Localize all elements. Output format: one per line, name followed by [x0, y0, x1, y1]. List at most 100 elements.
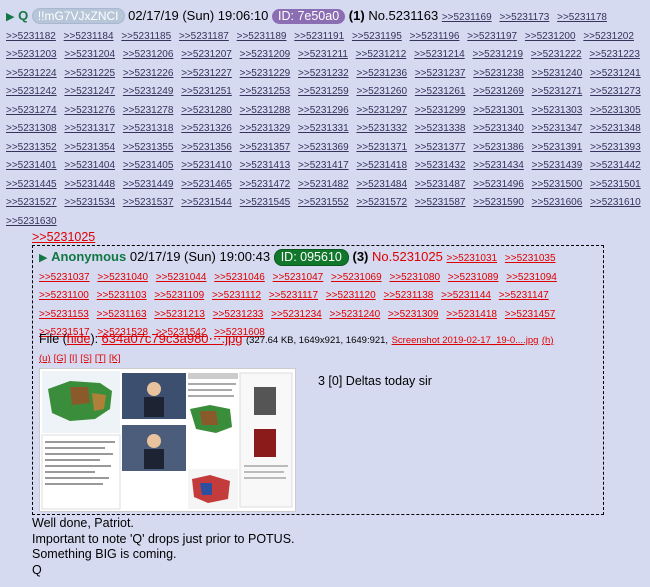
backlink[interactable]: >>5231195 [352, 31, 402, 42]
backlink[interactable]: >>5231348 [590, 123, 641, 134]
backlink[interactable]: >>5231610 [590, 197, 641, 208]
backlink[interactable]: >>5231371 [356, 142, 407, 153]
collapse-triangle-icon[interactable]: ▶ [39, 252, 47, 264]
quote-link[interactable]: >>5231025 [32, 230, 95, 244]
backlink[interactable]: >>5231410 [181, 160, 232, 171]
backlink[interactable]: >>5231413 [240, 160, 291, 171]
backlink[interactable]: >>5231418 [446, 309, 497, 320]
backlink[interactable]: >>5231112 [212, 290, 261, 301]
poster-id-badge[interactable]: ID: 7e50a0 [272, 9, 346, 24]
backlink[interactable]: >>5231227 [181, 68, 232, 79]
backlink[interactable]: >>5231046 [214, 272, 265, 283]
image-thumbnail[interactable] [39, 368, 296, 512]
backlink[interactable]: >>5231404 [64, 160, 115, 171]
backlink[interactable]: >>5231247 [64, 86, 115, 97]
image-tool-link[interactable]: [T] [95, 353, 106, 364]
backlink[interactable]: >>5231153 [39, 309, 89, 320]
backlink[interactable]: >>5231273 [590, 86, 641, 97]
backlink[interactable]: >>5231391 [532, 142, 583, 153]
backlink[interactable]: >>5231606 [532, 197, 583, 208]
backlink[interactable]: >>5231103 [97, 290, 147, 301]
backlink[interactable]: >>5231484 [356, 179, 407, 190]
backlink[interactable]: >>5231356 [181, 142, 232, 153]
backlink[interactable]: >>5231472 [240, 179, 291, 190]
backlink[interactable]: >>5231202 [583, 31, 634, 42]
backlink[interactable]: >>5231537 [123, 197, 174, 208]
backlink[interactable]: >>5231094 [506, 272, 557, 283]
backlink[interactable]: >>5231269 [473, 86, 524, 97]
backlink[interactable]: >>5231401 [6, 160, 57, 171]
backlink[interactable]: >>5231309 [388, 309, 439, 320]
backlink[interactable]: >>5231236 [356, 68, 407, 79]
backlink[interactable]: >>5231197 [467, 31, 517, 42]
original-filename-link[interactable]: Screenshot 2019-02-17_19-0....jpg [392, 335, 539, 346]
backlink[interactable]: >>5231226 [123, 68, 174, 79]
backlink[interactable]: >>5231182 [6, 31, 56, 42]
image-tool-link[interactable]: [G] [54, 353, 67, 364]
post-number[interactable]: No.5231163 [368, 8, 438, 23]
backlink[interactable]: >>5231288 [240, 105, 291, 116]
backlink[interactable]: >>5231147 [499, 290, 549, 301]
backlink[interactable]: >>5231232 [298, 68, 349, 79]
backlink[interactable]: >>5231299 [415, 105, 466, 116]
backlink[interactable]: >>5231405 [123, 160, 174, 171]
backlink[interactable]: >>5231225 [64, 68, 115, 79]
backlink[interactable]: >>5231449 [123, 179, 174, 190]
backlink[interactable]: >>5231296 [298, 105, 349, 116]
backlink[interactable]: >>5231242 [6, 86, 57, 97]
backlink[interactable]: >>5231120 [326, 290, 376, 301]
backlink[interactable]: >>5231386 [473, 142, 524, 153]
backlink[interactable]: >>5231173 [499, 12, 549, 23]
collapse-triangle-icon[interactable]: ▶ [6, 11, 14, 23]
backlink[interactable]: >>5231233 [213, 309, 264, 320]
backlink[interactable]: >>5231329 [240, 123, 291, 134]
backlink[interactable]: >>5231207 [181, 49, 232, 60]
backlink[interactable]: >>5231184 [64, 31, 114, 42]
backlink[interactable]: >>5231240 [532, 68, 583, 79]
backlink[interactable]: >>5231418 [356, 160, 407, 171]
backlink[interactable]: >>5231393 [590, 142, 641, 153]
poster-id-badge[interactable]: ID: 095610 [273, 249, 349, 266]
backlink[interactable]: >>5231080 [389, 272, 440, 283]
backlink[interactable]: >>5231369 [298, 142, 349, 153]
backlink[interactable]: >>5231552 [298, 197, 349, 208]
backlink[interactable]: >>5231276 [64, 105, 115, 116]
backlink[interactable]: >>5231163 [97, 309, 147, 320]
backlink[interactable]: >>5231338 [415, 123, 466, 134]
backlink[interactable]: >>5231308 [6, 123, 57, 134]
post-number[interactable]: No.5231025 [372, 249, 443, 264]
backlink[interactable]: >>5231069 [331, 272, 382, 283]
backlink[interactable]: >>5231274 [6, 105, 57, 116]
backlink[interactable]: >>5231260 [356, 86, 407, 97]
backlink[interactable]: >>5231261 [415, 86, 466, 97]
file-link[interactable]: 634a07c79c3a980⋯.jpg [102, 331, 243, 346]
backlink[interactable]: >>5231331 [298, 123, 349, 134]
image-tool-link[interactable]: [I] [69, 353, 77, 364]
backlink[interactable]: >>5231224 [6, 68, 57, 79]
backlink[interactable]: >>5231280 [181, 105, 232, 116]
backlink[interactable]: >>5231305 [590, 105, 641, 116]
backlink[interactable]: >>5231278 [123, 105, 174, 116]
backlink[interactable]: >>5231442 [590, 160, 641, 171]
image-tool-link[interactable]: [K] [109, 353, 121, 364]
backlink[interactable]: >>5231040 [97, 272, 148, 283]
backlink[interactable]: >>5231241 [590, 68, 641, 79]
backlink[interactable]: >>5231448 [64, 179, 115, 190]
backlink[interactable]: >>5231355 [123, 142, 174, 153]
backlink[interactable]: >>5231253 [240, 86, 291, 97]
backlink[interactable]: >>5231303 [532, 105, 583, 116]
backlink[interactable]: >>5231229 [240, 68, 291, 79]
backlink[interactable]: >>5231037 [39, 272, 90, 283]
backlink[interactable]: >>5231109 [154, 290, 204, 301]
file-h-link[interactable]: (h) [542, 335, 554, 346]
backlink[interactable]: >>5231432 [415, 160, 466, 171]
backlink[interactable]: >>5231144 [441, 290, 491, 301]
backlink[interactable]: >>5231340 [473, 123, 524, 134]
backlink[interactable]: >>5231434 [473, 160, 524, 171]
backlink[interactable]: >>5231500 [532, 179, 583, 190]
backlink[interactable]: >>5231200 [525, 31, 576, 42]
backlink[interactable]: >>5231630 [6, 216, 57, 227]
backlink[interactable]: >>5231196 [410, 31, 460, 42]
hide-file-link[interactable]: hide [67, 332, 91, 346]
backlink[interactable]: >>5231352 [6, 142, 57, 153]
